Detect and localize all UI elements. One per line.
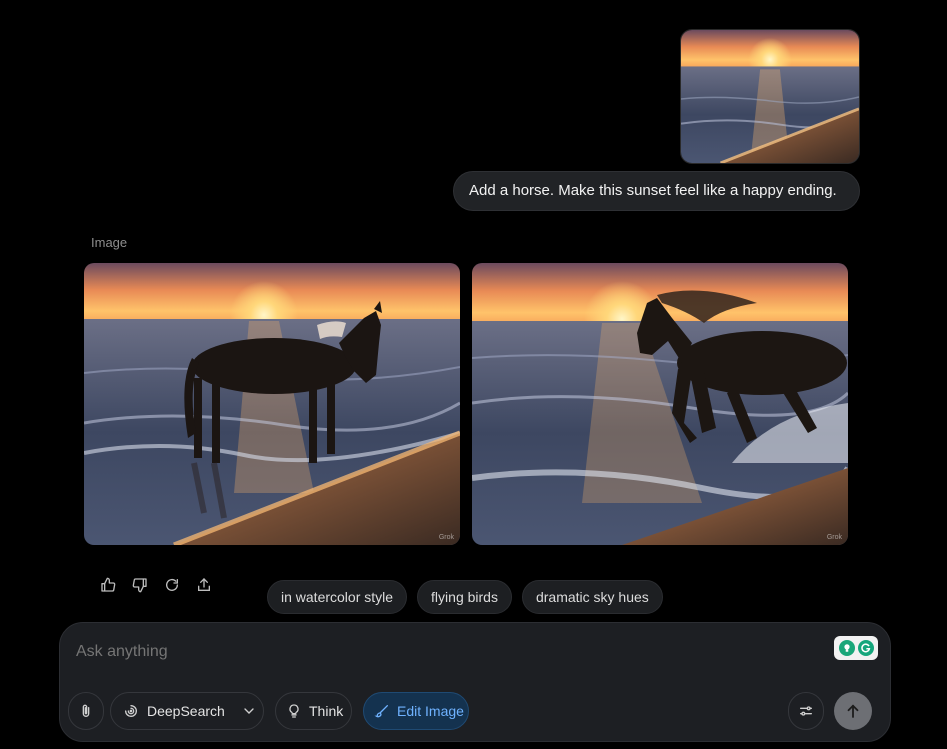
edit-image-label: Edit Image xyxy=(397,703,464,719)
horse-standing-beach-sunset-icon xyxy=(84,263,460,545)
lightbulb-extension-icon[interactable] xyxy=(838,640,855,656)
response-actions xyxy=(99,576,213,594)
deepsearch-label: DeepSearch xyxy=(147,703,225,719)
sunset-photo-icon xyxy=(681,30,859,163)
watermark: Grok xyxy=(438,534,454,541)
horse-galloping-surf-sunset-icon xyxy=(472,263,848,545)
grammarly-icon[interactable] xyxy=(857,640,874,656)
user-attached-image[interactable] xyxy=(680,29,860,164)
response-label: Image xyxy=(91,235,128,250)
generated-image-2[interactable]: Grok xyxy=(472,263,848,545)
suggestion-chip[interactable]: in watercolor style xyxy=(267,580,408,614)
attach-button[interactable] xyxy=(68,692,104,730)
suggestion-chip[interactable]: dramatic sky hues xyxy=(521,580,663,614)
arrow-up-icon xyxy=(847,704,859,718)
generated-image-1[interactable]: Grok xyxy=(84,263,460,545)
prompt-input[interactable] xyxy=(76,643,776,661)
chevron-down-icon[interactable] xyxy=(241,703,257,719)
deepsearch-button[interactable]: DeepSearch xyxy=(110,692,264,730)
think-button[interactable]: Think xyxy=(275,692,352,730)
brush-icon xyxy=(374,705,388,718)
share-icon[interactable] xyxy=(195,576,213,594)
thumbs-up-icon[interactable] xyxy=(99,576,117,594)
thumbs-down-icon[interactable] xyxy=(131,576,149,594)
paperclip-icon xyxy=(82,704,90,717)
suggestion-chip[interactable]: flying birds xyxy=(417,580,512,614)
suggestion-chips: in watercolor style flying birds dramati… xyxy=(267,580,663,614)
watermark: Grok xyxy=(826,534,842,541)
send-button[interactable] xyxy=(834,692,872,730)
edit-image-button[interactable]: Edit Image xyxy=(363,692,469,730)
settings-button[interactable] xyxy=(788,692,824,730)
extension-badges[interactable] xyxy=(834,636,878,660)
regenerate-icon[interactable] xyxy=(163,576,181,594)
sliders-icon xyxy=(800,706,812,716)
lightbulb-icon xyxy=(289,704,299,718)
composer: DeepSearch Think Edit Image xyxy=(59,622,891,742)
think-label: Think xyxy=(309,703,344,719)
user-message-bubble: Add a horse. Make this sunset feel like … xyxy=(453,171,860,211)
deepsearch-icon xyxy=(125,705,137,717)
